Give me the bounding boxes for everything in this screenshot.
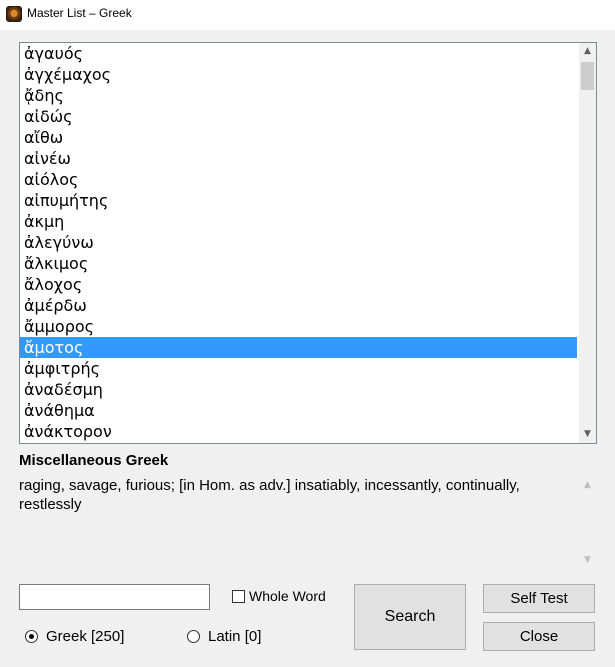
- word-category: Miscellaneous Greek: [19, 452, 169, 469]
- list-item[interactable]: ἄμμορος: [20, 316, 577, 337]
- list-item[interactable]: ἀκμη: [20, 211, 577, 232]
- checkbox-box[interactable]: [232, 590, 245, 603]
- definition-panel: raging, savage, furious; [in Hom. as adv…: [19, 476, 599, 568]
- list-item[interactable]: ἀμφιτρής: [20, 358, 577, 379]
- list-item[interactable]: ᾄδης: [20, 85, 577, 106]
- latin-radio-label: Latin [0]: [208, 628, 262, 645]
- list-item[interactable]: αἰπυμήτης: [20, 190, 577, 211]
- list-item[interactable]: αἰδώς: [20, 106, 577, 127]
- radio-circle[interactable]: [25, 630, 38, 643]
- radio-selected-dot: [29, 634, 34, 639]
- app-icon[interactable]: [6, 6, 22, 22]
- list-item[interactable]: αἰνέω: [20, 148, 577, 169]
- word-list-items: ἀγαυός ἀγχέμαχος ᾄδης αἰδώς αἴθω αἰνέω α…: [20, 43, 577, 442]
- list-item[interactable]: ἄλκιμος: [20, 253, 577, 274]
- scroll-down-arrow-icon[interactable]: ▼: [579, 426, 596, 443]
- greek-radio-label: Greek [250]: [46, 628, 125, 645]
- list-item[interactable]: ἀγχέμαχος: [20, 64, 577, 85]
- close-button[interactable]: Close: [483, 622, 595, 651]
- list-item[interactable]: ἄλοχος: [20, 274, 577, 295]
- search-input[interactable]: [19, 584, 210, 610]
- self-test-button[interactable]: Self Test: [483, 584, 595, 613]
- scroll-up-arrow-icon[interactable]: ▲: [579, 477, 596, 494]
- whole-word-label: Whole Word: [249, 588, 326, 604]
- radio-circle[interactable]: [187, 630, 200, 643]
- definition-scrollbar[interactable]: ▲ ▼: [579, 477, 596, 569]
- title-bar[interactable]: Master List – Greek: [0, 0, 615, 30]
- scrollbar-thumb[interactable]: [581, 62, 594, 90]
- list-item[interactable]: αἴθω: [20, 127, 577, 148]
- list-item[interactable]: ἀλεγύνω: [20, 232, 577, 253]
- list-item[interactable]: ἀνάκτορον: [20, 421, 577, 442]
- scroll-up-arrow-icon[interactable]: ▲: [579, 43, 596, 60]
- list-item[interactable]: ἀμέρδω: [20, 295, 577, 316]
- window-title: Master List – Greek: [27, 6, 132, 20]
- list-item[interactable]: ἀναδέσμη: [20, 379, 577, 400]
- word-list[interactable]: ἀγαυός ἀγχέμαχος ᾄδης αἰδώς αἴθω αἰνέω α…: [19, 42, 597, 444]
- scroll-down-arrow-icon[interactable]: ▼: [579, 552, 596, 569]
- list-item[interactable]: ἀνάθημα: [20, 400, 577, 421]
- word-list-scrollbar[interactable]: ▲ ▼: [579, 43, 596, 443]
- list-item[interactable]: ἀγαυός: [20, 43, 577, 64]
- search-button[interactable]: Search: [354, 584, 466, 650]
- list-item-selected[interactable]: ἄμοτος: [20, 337, 577, 358]
- definition-text: raging, savage, furious; [in Hom. as adv…: [19, 477, 520, 513]
- list-item[interactable]: αἰόλος: [20, 169, 577, 190]
